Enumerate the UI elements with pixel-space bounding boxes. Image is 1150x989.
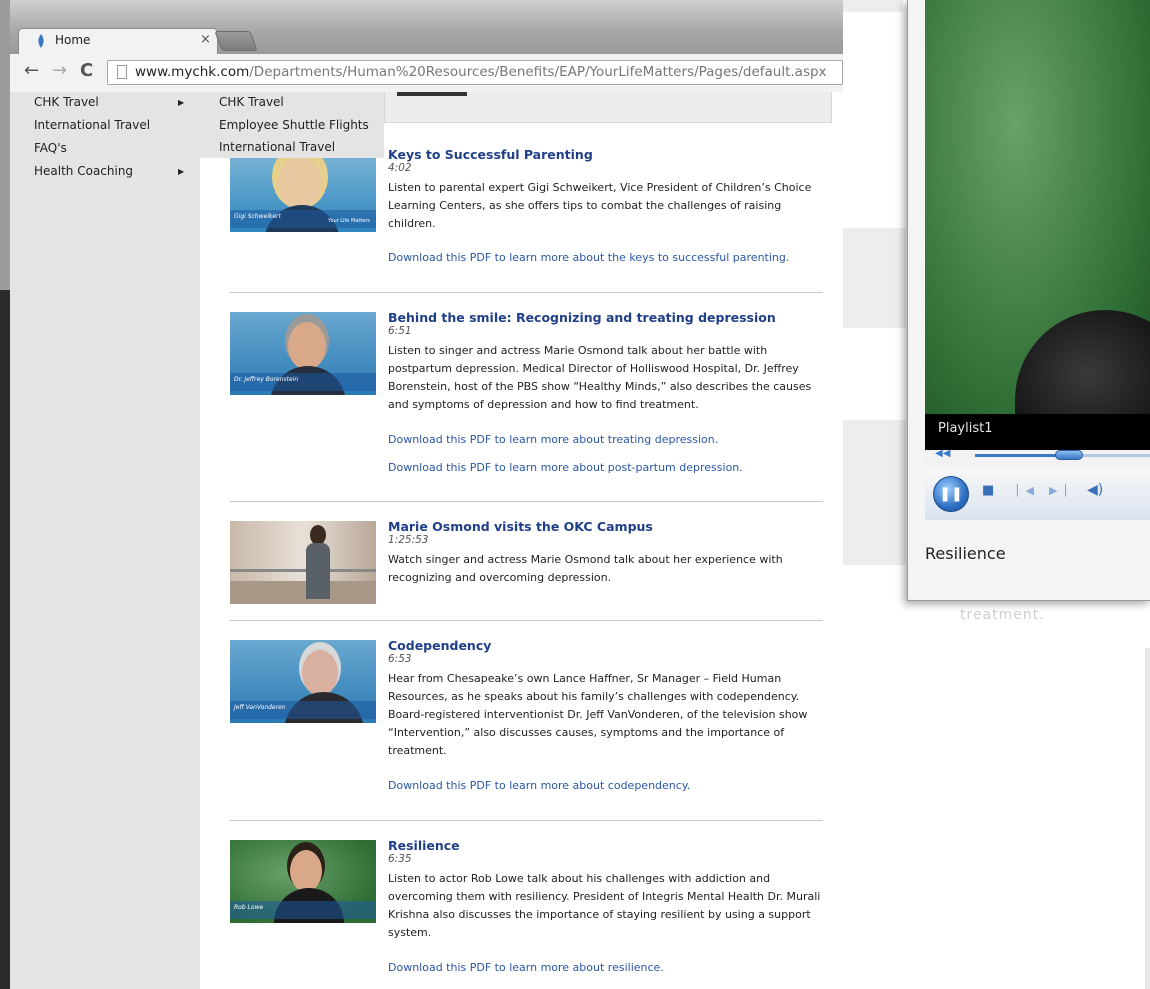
brand-mark: Your Life Matters [328,218,370,224]
video-description: Listen to actor Rob Lowe talk about his … [388,872,821,939]
previous-item-box [384,92,832,123]
seek-handle[interactable] [1055,450,1083,460]
video-duration: 1:25:53 [388,534,429,546]
left-navigation: CHK Travel ▶ International Travel FAQ's … [10,92,200,989]
nav-item-health-coaching[interactable]: Health Coaching [34,164,133,178]
pause-button[interactable]: ❚❚ [933,476,969,512]
divider [230,292,823,293]
close-tab-icon[interactable]: × [200,32,211,47]
flyout-item-international-travel[interactable]: International Travel [219,140,335,154]
flyout-item-chk-travel[interactable]: CHK Travel [219,95,284,109]
stop-icon[interactable]: ■ [982,483,994,498]
rewind-icon[interactable]: ◀◀ [935,448,950,459]
video-duration: 6:35 [388,853,412,865]
video-title-link[interactable]: Resilience [388,838,460,853]
player-controls: ❚❚ ■ ▏◀ ▶▕ ◀) [925,468,1150,520]
volume-icon[interactable]: ◀) [1087,482,1103,498]
page-icon [117,65,127,79]
address-bar[interactable]: www.mychk.com/Departments/Human%20Resour… [107,60,843,85]
thumbnail-caption: Rob Lowe [234,904,264,911]
video-duration: 4:02 [388,162,412,174]
nav-item-faqs[interactable]: FAQ's [34,141,67,155]
flyout-menu: CHK Travel Employee Shuttle Flights Inte… [200,92,384,158]
pdf-download-link[interactable]: Download this PDF to learn more about tr… [388,433,718,446]
pdf-download-link[interactable]: Download this PDF to learn more about co… [388,779,690,792]
video-description: Listen to parental expert Gigi Schweiker… [388,181,812,230]
playlist-bar[interactable]: Playlist1 [925,414,1150,450]
divider [230,501,823,502]
next-icon[interactable]: ▶▕ [1049,484,1066,497]
video-description: Hear from Chesapeake’s own Lance Haffner… [388,672,808,757]
main-content: Gigi Schweikert Your Life Matters Keys t… [200,92,843,989]
pdf-download-link[interactable]: Download this PDF to learn more about th… [388,251,789,264]
thumbnail-caption: Jeff VanVonderen [234,704,286,711]
tab-title: Home [55,33,91,47]
video-duration: 6:53 [388,653,412,665]
thumbnail-caption: Gigi Schweikert [234,213,281,220]
divider [230,820,823,821]
pdf-download-link[interactable]: Download this PDF to learn more about re… [388,961,664,974]
background-text: treatment. [960,607,1045,623]
tab-strip: Home × [10,0,843,54]
video-description: Listen to singer and actress Marie Osmon… [388,344,812,411]
media-player-popup: Playlist1 ◀◀ ❚❚ ■ ▏◀ ▶▕ ◀) Resilience [907,0,1150,601]
flyout-item-employee-shuttle-flights[interactable]: Employee Shuttle Flights [219,118,369,132]
video-title-link[interactable]: Keys to Successful Parenting [388,147,593,162]
video-thumbnail[interactable]: Rob Lowe [230,840,376,923]
video-thumbnail[interactable]: Dr. Jeffrey Borenstein [230,312,376,395]
playlist-name: Playlist1 [938,421,993,436]
forward-arrow-icon[interactable]: → [52,60,67,81]
favicon-icon [38,34,44,48]
previous-icon[interactable]: ▏◀ [1017,484,1034,497]
video-title-link[interactable]: Marie Osmond visits the OKC Campus [388,519,653,534]
url-text: www.mychk.com/Departments/Human%20Resour… [135,64,827,80]
video-title-link[interactable]: Codependency [388,638,491,653]
divider [230,620,823,621]
desktop-edge [0,0,10,989]
now-playing-title: Resilience [925,544,1006,563]
submenu-arrow-icon: ▶ [178,167,185,176]
submenu-arrow-icon: ▶ [178,98,185,107]
video-title-link[interactable]: Behind the smile: Recognizing and treati… [388,310,776,325]
background-panel [1145,648,1150,989]
browser-toolbar: ← → C www.mychk.com/Departments/Human%20… [10,54,843,93]
nav-item-chk-travel[interactable]: CHK Travel [34,95,99,109]
video-thumbnail[interactable]: Gigi Schweikert Your Life Matters [230,149,376,232]
video-screen[interactable] [925,0,1150,414]
browser-window: Home × ← → C www.mychk.com/Departments/H… [0,0,843,989]
nav-item-international-travel[interactable]: International Travel [34,118,150,132]
new-tab-button[interactable] [214,31,258,51]
back-arrow-icon[interactable]: ← [24,60,39,81]
pdf-download-link[interactable]: Download this PDF to learn more about po… [388,461,743,474]
video-description: Watch singer and actress Marie Osmond ta… [388,553,783,584]
tab-home[interactable]: Home × [18,28,218,54]
video-duration: 6:51 [388,325,412,337]
reload-icon[interactable]: C [80,60,93,81]
seek-bar[interactable]: ◀◀ [925,448,1150,468]
video-thumbnail[interactable] [230,521,376,604]
video-thumbnail[interactable]: Jeff VanVonderen [230,640,376,723]
thumbnail-caption: Dr. Jeffrey Borenstein [234,376,299,383]
